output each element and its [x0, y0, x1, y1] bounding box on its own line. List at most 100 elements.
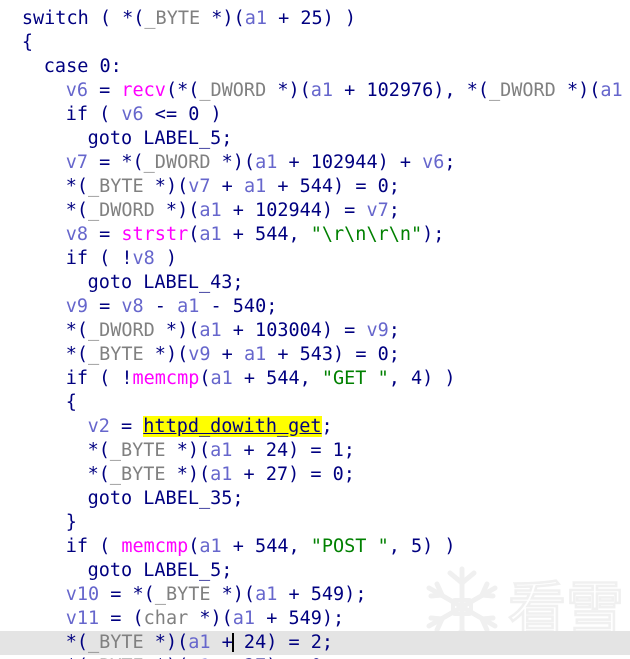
code-variable: v2 — [87, 416, 110, 437]
code-line[interactable]: } — [0, 511, 630, 535]
code-line[interactable]: v8 = strstr(a1 + 544, "\r\n\r\n"); — [0, 223, 630, 247]
code-line[interactable]: *(_BYTE *)(a1 + 24) = 1; — [0, 439, 630, 463]
code-line[interactable]: v10 = *(_BYTE *)(a1 + 549); — [0, 583, 630, 607]
code-token: + — [210, 176, 244, 197]
code-token: *)( — [143, 344, 189, 365]
code-token: *)( — [154, 200, 200, 221]
code-line[interactable]: *(_DWORD *)(a1 + 102944) = v7; — [0, 199, 630, 223]
code-token: + 25) ) — [266, 8, 357, 29]
code-variable: a1 — [210, 464, 233, 485]
code-line[interactable]: v2 = httpd_dowith_get; — [0, 415, 630, 439]
code-variable: a1 — [199, 200, 222, 221]
code-string-literal: "\r\n\r\n" — [310, 224, 423, 245]
code-function-name: memcmp — [132, 368, 200, 389]
code-token: + — [210, 632, 233, 653]
code-token: ) — [154, 248, 178, 269]
code-type: _BYTE — [154, 584, 211, 605]
code-token: - 540; — [199, 296, 278, 317]
code-token: + 544, — [221, 536, 311, 557]
code-token: *( — [65, 320, 88, 341]
code-type: _BYTE — [87, 176, 144, 197]
code-token: , 5) ) — [388, 536, 456, 557]
code-line[interactable]: *(_BYTE *)(v7 + a1 + 544) = 0; — [0, 175, 630, 199]
code-line[interactable]: *(_BYTE *)(a1 + 27) = 0; — [0, 655, 630, 659]
code-type: _DWORD — [87, 200, 155, 221]
code-variable: v8 — [132, 248, 155, 269]
code-token: = ( — [99, 608, 144, 629]
code-token: goto LABEL_5; — [87, 560, 233, 581]
code-token: *)( — [165, 440, 211, 461]
code-token: *)( — [266, 80, 311, 101]
code-variable: a1 — [210, 440, 233, 461]
code-token: + 103004) = — [221, 320, 367, 341]
code-line[interactable]: if ( !memcmp(a1 + 544, "GET ", 4) ) — [0, 367, 630, 391]
code-string-literal: "POST " — [310, 536, 389, 557]
code-line[interactable]: *(_BYTE *)(a1 + 27) = 0; — [0, 463, 630, 487]
code-token: if ( — [65, 104, 122, 125]
code-token: (*( — [165, 80, 200, 101]
code-line[interactable]: { — [0, 31, 630, 55]
code-token: + 549); — [255, 608, 345, 629]
code-listing[interactable]: switch ( *(_BYTE *)(a1 + 25) ){case 0: v6… — [0, 0, 630, 659]
code-variable: a1 — [310, 80, 334, 101]
code-line[interactable]: v11 = (char *)(a1 + 549); — [0, 607, 630, 631]
code-variable: a1 — [243, 344, 267, 365]
code-variable: v6 — [65, 80, 88, 101]
code-token: { — [21, 32, 34, 53]
code-variable: a1 — [255, 584, 278, 605]
code-line[interactable]: v7 = *(_DWORD *)(a1 + 102944) + v6; — [0, 151, 630, 175]
code-token: *)( — [555, 80, 601, 101]
code-token: goto LABEL_35; — [87, 488, 244, 509]
code-line[interactable]: goto LABEL_35; — [0, 487, 630, 511]
code-token: *( — [87, 440, 110, 461]
code-line[interactable]: switch ( *(_BYTE *)(a1 + 25) ) — [0, 7, 630, 31]
code-token: + 544, — [221, 224, 311, 245]
code-line[interactable]: v6 = recv(*(_DWORD *)(a1 + 102976), *(_D… — [0, 79, 630, 103]
code-token: 24) = 2; — [232, 632, 334, 653]
code-token: *( — [65, 176, 88, 197]
code-line[interactable]: *(_BYTE *)(a1 + 24) = 2; — [0, 631, 630, 655]
code-token: ( — [188, 536, 200, 557]
code-type: _DWORD — [199, 80, 267, 101]
code-type: _DWORD — [87, 320, 155, 341]
code-token: , 4) ) — [388, 368, 456, 389]
code-variable: a1 — [177, 296, 200, 317]
code-token: + 27) = 0; — [232, 464, 355, 485]
code-line[interactable]: goto LABEL_5; — [0, 559, 630, 583]
code-token: = *( — [87, 152, 144, 173]
code-line[interactable]: goto LABEL_43; — [0, 271, 630, 295]
code-type: _DWORD — [143, 152, 211, 173]
code-variable: v9 — [65, 296, 88, 317]
code-token: goto LABEL_43; — [87, 272, 244, 293]
code-token: + 102944) + — [277, 152, 423, 173]
code-line[interactable]: if ( !v8 ) — [0, 247, 630, 271]
code-type: _BYTE — [144, 8, 201, 29]
highlighted-identifier[interactable]: httpd_dowith_get — [143, 416, 322, 437]
code-token: ; — [388, 200, 400, 221]
code-line[interactable]: *(_BYTE *)(v9 + a1 + 543) = 0; — [0, 343, 630, 367]
code-token: + 549); — [277, 584, 367, 605]
code-line[interactable]: { — [0, 391, 630, 415]
code-line[interactable]: if ( memcmp(a1 + 544, "POST ", 5) ) — [0, 535, 630, 559]
pseudocode-view[interactable]: switch ( *(_BYTE *)(a1 + 25) ){case 0: v6… — [0, 0, 630, 659]
code-variable: v6 — [422, 152, 445, 173]
code-token: ; — [444, 152, 456, 173]
code-token: if ( — [65, 536, 122, 557]
code-variable: v9 — [188, 344, 211, 365]
code-token: + 543) = 0; — [266, 344, 400, 365]
code-variable: a1 — [232, 608, 256, 629]
code-token: goto LABEL_5; — [87, 128, 233, 149]
code-line[interactable]: *(_DWORD *)(a1 + 103004) = v9; — [0, 319, 630, 343]
code-token: *)( — [210, 152, 256, 173]
code-token: - — [143, 296, 178, 317]
code-type: char — [143, 608, 189, 629]
code-line[interactable]: goto LABEL_5; — [0, 127, 630, 151]
code-line[interactable]: if ( v6 <= 0 ) — [0, 103, 630, 127]
code-token: ; — [388, 320, 400, 341]
code-variable: v8 — [65, 224, 88, 245]
code-line[interactable]: case 0: — [0, 55, 630, 79]
code-token: *)( — [143, 632, 189, 653]
code-line[interactable]: v9 = v8 - a1 - 540; — [0, 295, 630, 319]
code-token: + 102944) = — [221, 200, 367, 221]
code-variable: a1 — [244, 8, 267, 29]
